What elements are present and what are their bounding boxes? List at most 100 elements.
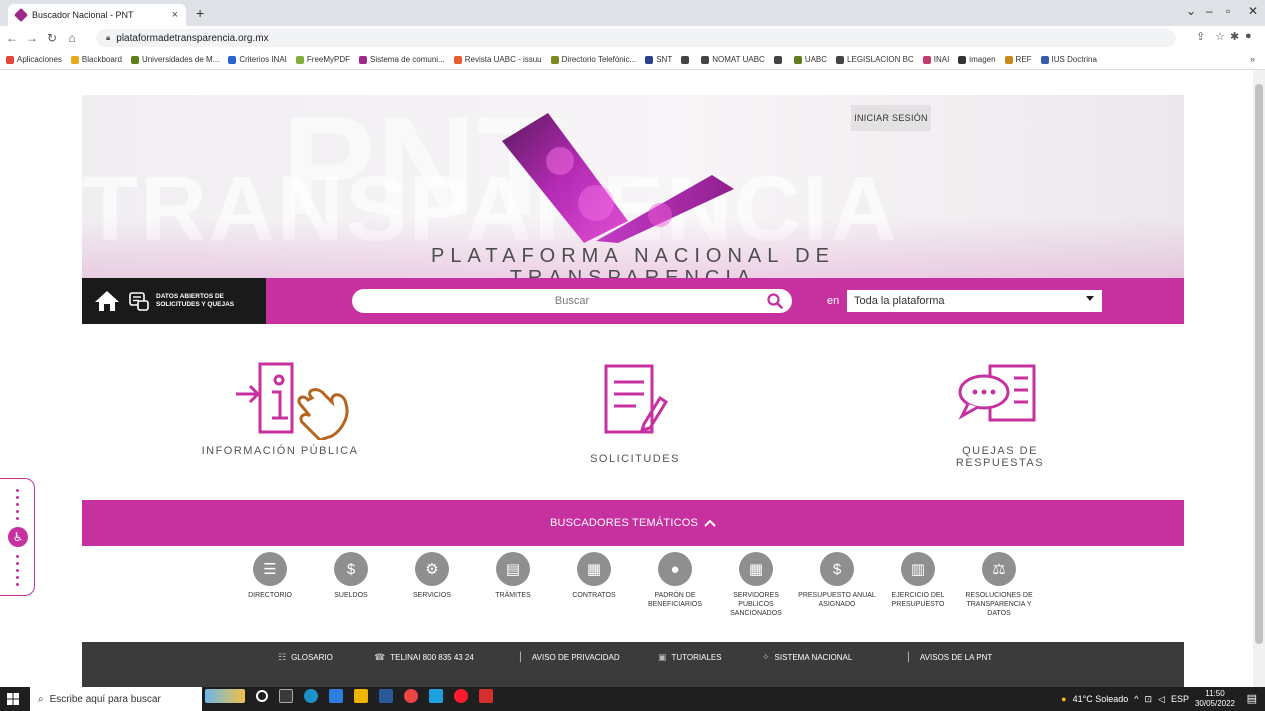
- search-input[interactable]: [352, 289, 792, 313]
- bookmark-label: Directorio Telefónic...: [561, 55, 637, 64]
- share-icon[interactable]: ⇪: [1196, 30, 1205, 43]
- sanctioned-officials-icon: ▦: [739, 552, 773, 586]
- windows-start-button[interactable]: [0, 687, 26, 711]
- scrollbar-thumb[interactable]: [1255, 84, 1263, 644]
- bookmark-item[interactable]: Directorio Telefónic...: [550, 55, 637, 64]
- bookmark-item[interactable]: Criterios INAI: [228, 55, 287, 64]
- tab-close-button[interactable]: ×: [172, 9, 178, 21]
- profile-avatar-icon[interactable]: ●: [1245, 30, 1252, 42]
- browser-tab[interactable]: Buscador Nacional - PNT ×: [8, 4, 186, 26]
- taskbar-search-box[interactable]: ⌕ Escribe aquí para buscar: [30, 687, 202, 711]
- topic-label: DIRECTORIO: [248, 592, 292, 599]
- bookmark-item[interactable]: IUS Doctrina: [1040, 55, 1097, 64]
- home-button[interactable]: ⌂: [64, 31, 80, 45]
- minimize-button[interactable]: –: [1206, 4, 1213, 18]
- bookmark-item[interactable]: REF: [1004, 55, 1032, 64]
- store-icon[interactable]: [329, 689, 343, 703]
- bookmark-item[interactable]: Universidades de M...: [130, 55, 219, 64]
- tab-search-chevron-icon[interactable]: ⌄: [1186, 4, 1196, 18]
- acrobat-icon[interactable]: [479, 689, 493, 703]
- new-tab-button[interactable]: +: [196, 5, 204, 21]
- bookmark-item[interactable]: Aplicaciones: [6, 55, 62, 64]
- bookmark-item[interactable]: Sistema de comuni...: [359, 55, 445, 64]
- weather-widget-icon[interactable]: [205, 689, 245, 703]
- bookmark-item[interactable]: FreeMyPDF: [295, 55, 350, 64]
- language-indicator[interactable]: ESP: [1171, 694, 1189, 704]
- opera-icon[interactable]: [454, 689, 468, 703]
- solicitudes-icon: [604, 364, 669, 434]
- informacion-publica-option[interactable]: INFORMACIÓN PÚBLICA: [200, 360, 360, 457]
- bookmark-item[interactable]: Blackboard: [70, 55, 122, 64]
- bookmark-item[interactable]: Revista UABC - issuu: [453, 55, 542, 64]
- sistema-nacional-link[interactable]: ✧ SISTEMA NACIONAL: [762, 652, 852, 663]
- topic-item[interactable]: ● PADRÓN DE BENEFICIARIOS: [635, 552, 715, 609]
- volume-icon[interactable]: ◁: [1158, 694, 1165, 705]
- search-icon[interactable]: [767, 293, 783, 309]
- search-scope-select[interactable]: Toda la plataforma: [847, 290, 1102, 312]
- chrome-icon[interactable]: [404, 689, 418, 703]
- bookmark-favicon-icon: [793, 55, 802, 64]
- telinai-link[interactable]: ☎ TELINAI 800 835 43 24: [374, 652, 474, 663]
- window-close-button[interactable]: ✕: [1248, 4, 1258, 18]
- address-bar[interactable]: 🔒︎ plataformadetransparencia.org.mx: [96, 29, 1176, 47]
- cortana-icon[interactable]: [256, 690, 268, 702]
- clock[interactable]: 11:50 30/05/2022: [1195, 689, 1235, 709]
- notifications-icon[interactable]: ▤: [1247, 692, 1257, 705]
- windows-logo-icon: [7, 693, 19, 705]
- bookmark-star-icon[interactable]: ☆: [1215, 30, 1225, 43]
- word-icon[interactable]: [379, 689, 393, 703]
- bookmark-item[interactable]: SNT: [645, 55, 672, 64]
- file-explorer-icon[interactable]: [354, 689, 368, 703]
- bookmark-item[interactable]: NOMAT UABC: [701, 55, 765, 64]
- tray-chevron-icon[interactable]: ^: [1134, 694, 1138, 704]
- bookmark-item[interactable]: [681, 55, 692, 64]
- weather-text[interactable]: 41°C Soleado: [1073, 694, 1129, 704]
- home-icon[interactable]: [94, 290, 120, 312]
- bookmark-item[interactable]: INAI: [922, 55, 949, 64]
- topic-item[interactable]: $ SUELDOS: [311, 552, 391, 600]
- topic-item[interactable]: ☰ DIRECTORIO: [230, 552, 310, 600]
- task-view-icon[interactable]: [279, 689, 293, 703]
- forward-button[interactable]: →: [24, 31, 40, 45]
- topic-item[interactable]: $ PRESUPUESTO ANUAL ASIGNADO: [797, 552, 877, 609]
- buscadores-tematicos-toggle[interactable]: BUSCADORES TEMÁTICOS: [82, 500, 1184, 546]
- procedures-icon: ▤: [496, 552, 530, 586]
- topic-item[interactable]: ▦ SERVIDORES PÚBLICOS SANCIONADOS: [716, 552, 796, 618]
- topic-item[interactable]: ▥ EJERCICIO DEL PRESUPUESTO: [878, 552, 958, 609]
- topic-item[interactable]: ▤ TRÁMITES: [473, 552, 553, 600]
- dots-icon: [16, 489, 19, 520]
- bookmark-favicon-icon: [681, 55, 690, 64]
- topic-item[interactable]: ▦ CONTRATOS: [554, 552, 634, 600]
- tutoriales-link[interactable]: ▣ TUTORIALES: [658, 652, 722, 663]
- edge-icon[interactable]: [304, 689, 318, 703]
- topic-item[interactable]: ⚙ SERVICIOS: [392, 552, 472, 600]
- bookmark-item[interactable]: LEGISLACION BC: [836, 55, 914, 64]
- solicitudes-option[interactable]: SOLICITUDES: [560, 360, 710, 465]
- extensions-icon[interactable]: ✱: [1230, 30, 1239, 43]
- login-button[interactable]: INICIAR SESIÓN: [851, 105, 931, 131]
- glosario-link[interactable]: ☷ GLOSARIO: [278, 652, 333, 663]
- accessibility-widget[interactable]: ♿︎: [0, 478, 35, 596]
- outlook-icon[interactable]: [429, 689, 443, 703]
- page-title-line2: TRANSPARENCIA: [509, 267, 757, 278]
- avisos-pnt-link[interactable]: ▏ AVISOS DE LA PNT: [908, 652, 992, 663]
- aviso-privacidad-link[interactable]: ▏ AVISO DE PRIVACIDAD: [520, 652, 620, 663]
- quejas-option[interactable]: QUEJAS DE RESPUESTAS: [920, 360, 1080, 469]
- page-scrollbar[interactable]: [1253, 70, 1265, 687]
- bookmark-item[interactable]: imagen: [958, 55, 996, 64]
- topic-item[interactable]: ⚖ RESOLUCIONES DE TRANSPARENCIA Y DATOS: [959, 552, 1039, 618]
- bookmark-favicon-icon: [70, 55, 79, 64]
- more-bookmarks-button[interactable]: »: [1250, 54, 1255, 64]
- datos-abiertos-link[interactable]: DATOS ABIERTOS DE SOLICITUDES Y QUEJAS: [82, 278, 266, 324]
- restore-button[interactable]: ▫: [1226, 4, 1230, 18]
- back-button[interactable]: ←: [4, 31, 20, 45]
- bookmark-item[interactable]: [773, 55, 785, 64]
- network-icon[interactable]: ⊡: [1144, 694, 1152, 705]
- accessibility-icon[interactable]: ♿︎: [8, 527, 28, 547]
- topic-label: SUELDOS: [334, 592, 368, 599]
- web-page: PNT TRANSPARENCIA INICIAR SESIÓN PLATAFO…: [0, 70, 1265, 687]
- footer-link-label: AVISOS DE LA PNT: [919, 653, 993, 662]
- reload-button[interactable]: ↻: [44, 31, 60, 45]
- search-scope-prefix: en: [827, 295, 840, 307]
- bookmark-item[interactable]: UABC: [793, 55, 827, 64]
